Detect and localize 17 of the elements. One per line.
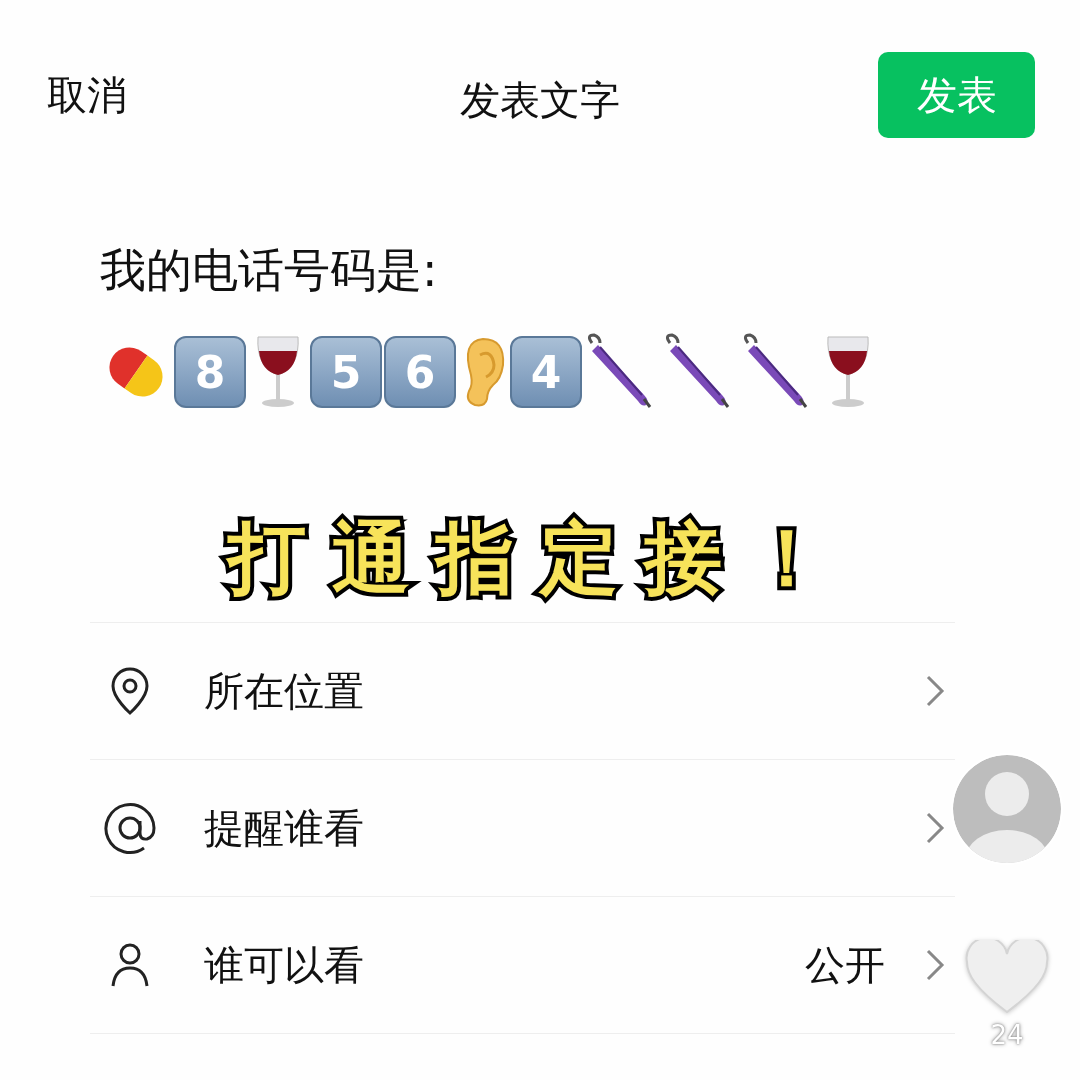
chevron-right-icon [925,674,945,708]
page-title: 发表文字 [460,76,620,125]
number-key: 5 [310,336,382,408]
chevron-right-icon [925,811,945,845]
chevron-right-icon [925,948,945,982]
option-value: 公开 [805,940,885,990]
option-label[interactable]: 所在位置 [204,663,364,719]
option-label[interactable]: 提醒谁看 [204,800,364,856]
number-key: 8 [174,336,246,408]
heart-icon[interactable] [965,940,1049,1016]
post-text: 我的电话号码是: [100,242,439,299]
cancel-button[interactable]: 取消 [47,67,127,123]
option-label[interactable]: 谁可以看 [204,937,364,993]
number-key: 6 [384,336,456,408]
like-count: 24 [990,1020,1024,1050]
number-key: 4 [510,336,582,408]
at-sign-icon [103,801,157,855]
